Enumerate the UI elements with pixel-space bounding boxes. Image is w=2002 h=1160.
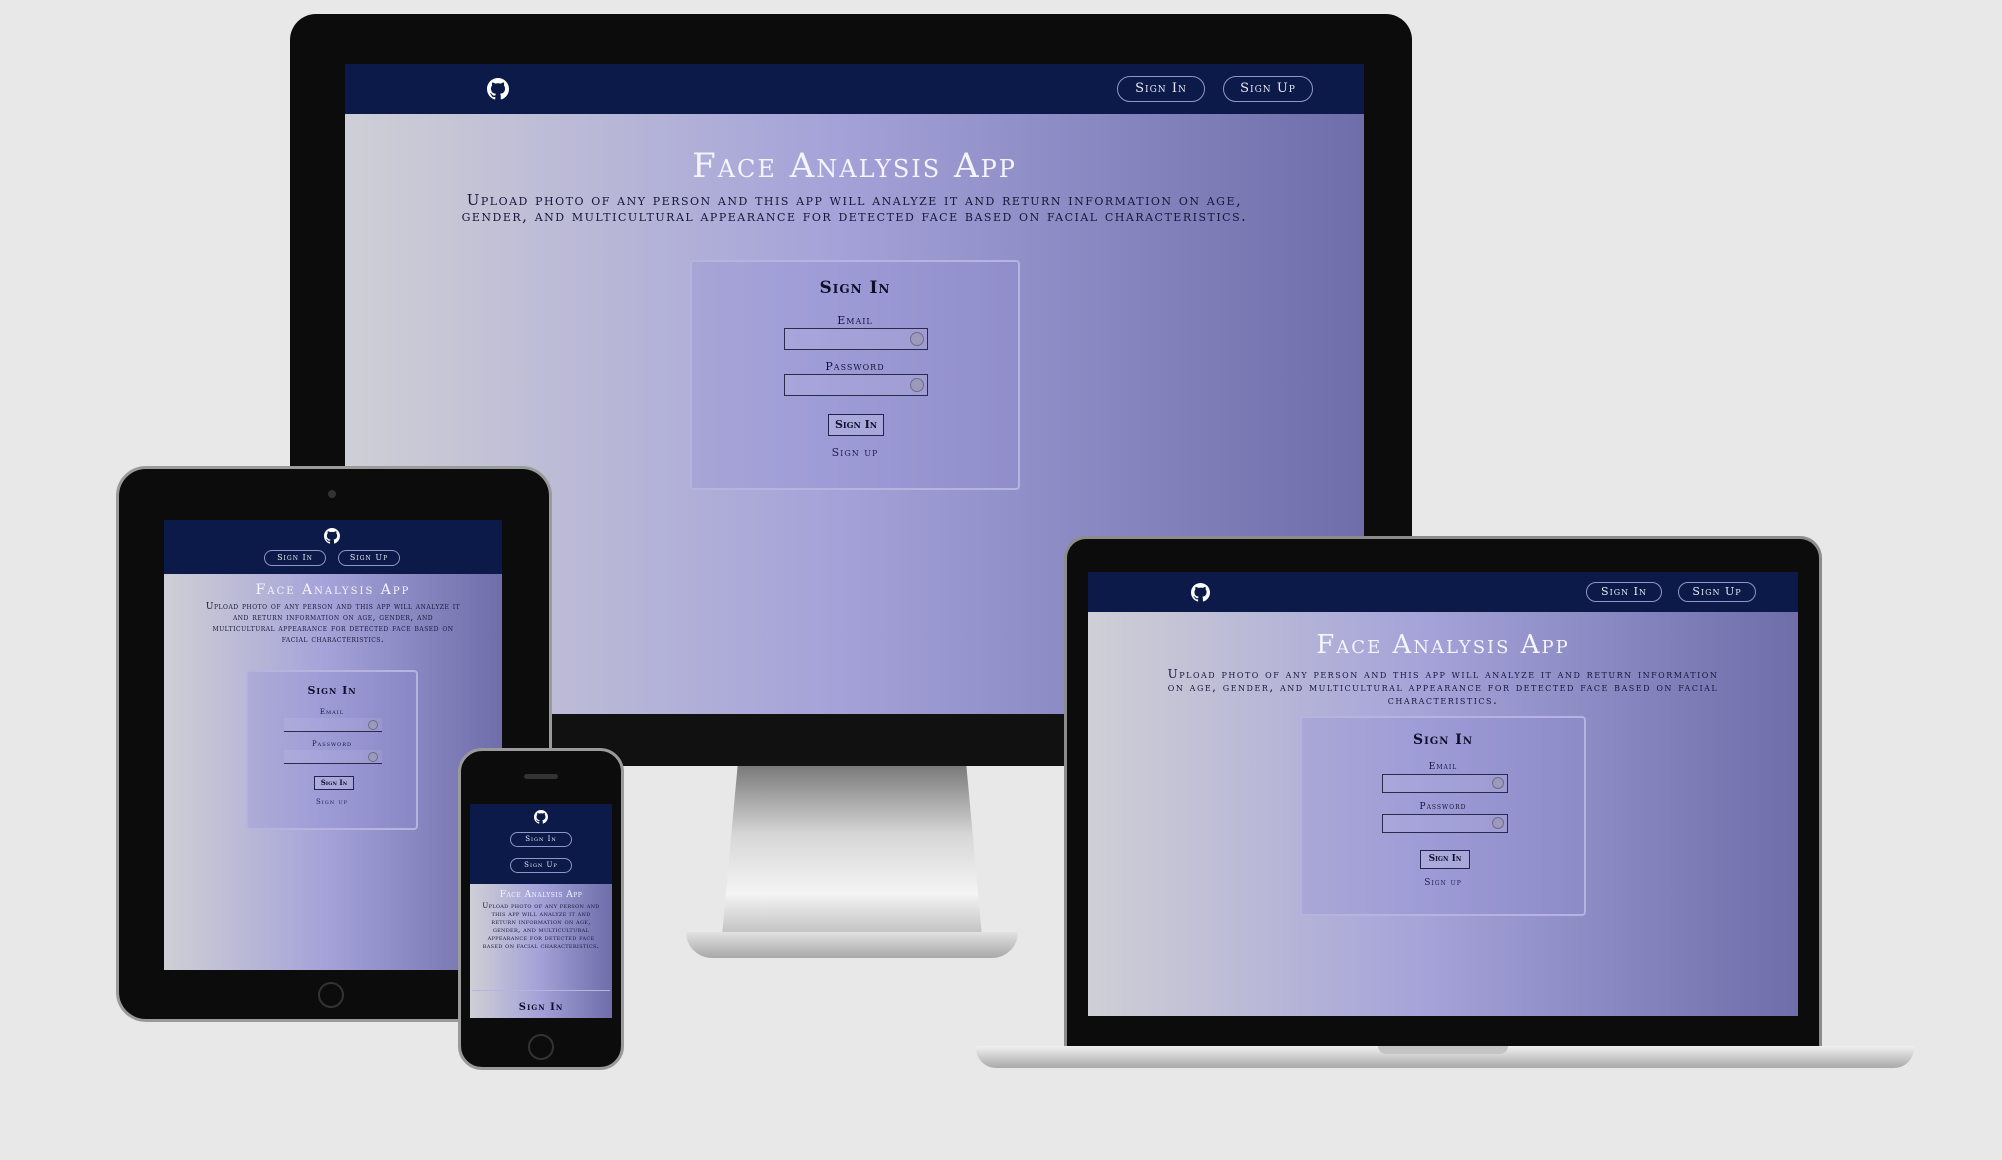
phone-screen: Sign In Sign Up Face Analysis App Upload… — [470, 804, 612, 1018]
nav-sign-up-button[interactable]: Sign Up — [1223, 76, 1313, 102]
sign-in-title: Sign In — [819, 278, 891, 298]
page-description: Upload photo of any person and this app … — [482, 902, 600, 950]
password-field[interactable] — [1382, 814, 1508, 834]
nav-sign-in-button[interactable]: Sign In — [1586, 582, 1662, 602]
laptop-notch — [1378, 1046, 1508, 1054]
phone-home-button — [528, 1034, 554, 1060]
monitor-stand — [722, 766, 982, 936]
password-field-icon — [368, 752, 378, 762]
password-label: Password — [825, 360, 885, 373]
nav-sign-up-button[interactable]: Sign Up — [1678, 582, 1756, 602]
page-title: Face Analysis App — [255, 582, 411, 598]
email-label: Email — [319, 708, 345, 716]
nav-sign-in-button[interactable]: Sign In — [264, 550, 326, 566]
sign-up-link[interactable]: Sign up — [248, 798, 416, 806]
navbar: Sign In Sign Up — [164, 520, 502, 574]
page-description: Upload photo of any person and this app … — [461, 191, 1248, 225]
laptop: Sign In Sign Up Face Analysis App Upload… — [976, 536, 1914, 1096]
email-field-icon — [910, 332, 924, 346]
email-label: Email — [837, 314, 873, 327]
password-input[interactable] — [1383, 817, 1507, 834]
sign-in-title: Sign In — [518, 1002, 564, 1013]
sign-in-card: Sign In Email Password Sign In Sign up — [690, 260, 1020, 490]
email-input[interactable] — [1383, 777, 1507, 794]
sign-in-title: Sign In — [307, 684, 357, 697]
tablet-camera — [328, 490, 336, 498]
email-input[interactable] — [785, 329, 927, 350]
github-icon — [487, 78, 509, 100]
page-description: Upload photo of any person and this app … — [205, 602, 461, 645]
page-title: Face Analysis App — [499, 890, 583, 900]
password-input[interactable] — [785, 375, 927, 396]
nav-sign-in-button[interactable]: Sign In — [510, 832, 572, 847]
nav-sign-up-button[interactable]: Sign Up — [338, 550, 400, 566]
password-field-icon — [1492, 817, 1504, 829]
sign-in-title: Sign In — [1412, 732, 1474, 748]
github-link[interactable] — [485, 76, 511, 102]
github-link[interactable] — [322, 526, 342, 546]
email-field-icon — [368, 720, 378, 730]
password-label: Password — [1419, 802, 1467, 812]
navbar: Sign In Sign Up — [345, 64, 1364, 114]
github-icon — [534, 810, 548, 824]
github-link[interactable] — [1188, 580, 1212, 604]
sign-in-submit-button[interactable]: Sign In — [828, 414, 884, 436]
email-field[interactable] — [784, 328, 928, 350]
page-title: Face Analysis App — [1316, 630, 1570, 660]
email-field-icon — [1492, 777, 1504, 789]
sign-up-link[interactable]: Sign up — [1302, 878, 1584, 888]
navbar: Sign In Sign Up — [470, 804, 612, 884]
monitor-base — [686, 932, 1018, 958]
password-label: Password — [311, 740, 353, 748]
page-title: Face Analysis App — [692, 146, 1017, 186]
phone-speaker — [524, 774, 558, 779]
github-icon — [324, 528, 340, 544]
tablet-home-button — [318, 982, 344, 1008]
password-field-icon — [910, 378, 924, 392]
laptop-screen: Sign In Sign Up Face Analysis App Upload… — [1088, 572, 1798, 1016]
sign-up-link[interactable]: Sign up — [692, 446, 1018, 459]
navbar: Sign In Sign Up — [1088, 572, 1798, 612]
password-field[interactable] — [784, 374, 928, 396]
email-field[interactable] — [1382, 774, 1508, 794]
github-link[interactable] — [532, 808, 550, 826]
sign-in-submit-button[interactable]: Sign In — [1420, 850, 1470, 869]
phone-card-divider — [472, 990, 610, 991]
phone: Sign In Sign Up Face Analysis App Upload… — [458, 748, 624, 1072]
nav-sign-in-button[interactable]: Sign In — [1117, 76, 1205, 102]
sign-in-card: Sign In Email Password Sign In Sign up — [1300, 716, 1586, 916]
nav-sign-up-button[interactable]: Sign Up — [510, 858, 572, 873]
sign-in-card: Sign In Email Password Sign In Sign up — [246, 670, 418, 830]
sign-in-submit-button[interactable]: Sign In — [314, 776, 354, 790]
tablet-screen: Sign In Sign Up Face Analysis App Upload… — [164, 520, 502, 970]
page-description: Upload photo of any person and this app … — [1167, 667, 1719, 707]
github-icon — [1190, 582, 1210, 602]
email-label: Email — [1428, 762, 1458, 772]
